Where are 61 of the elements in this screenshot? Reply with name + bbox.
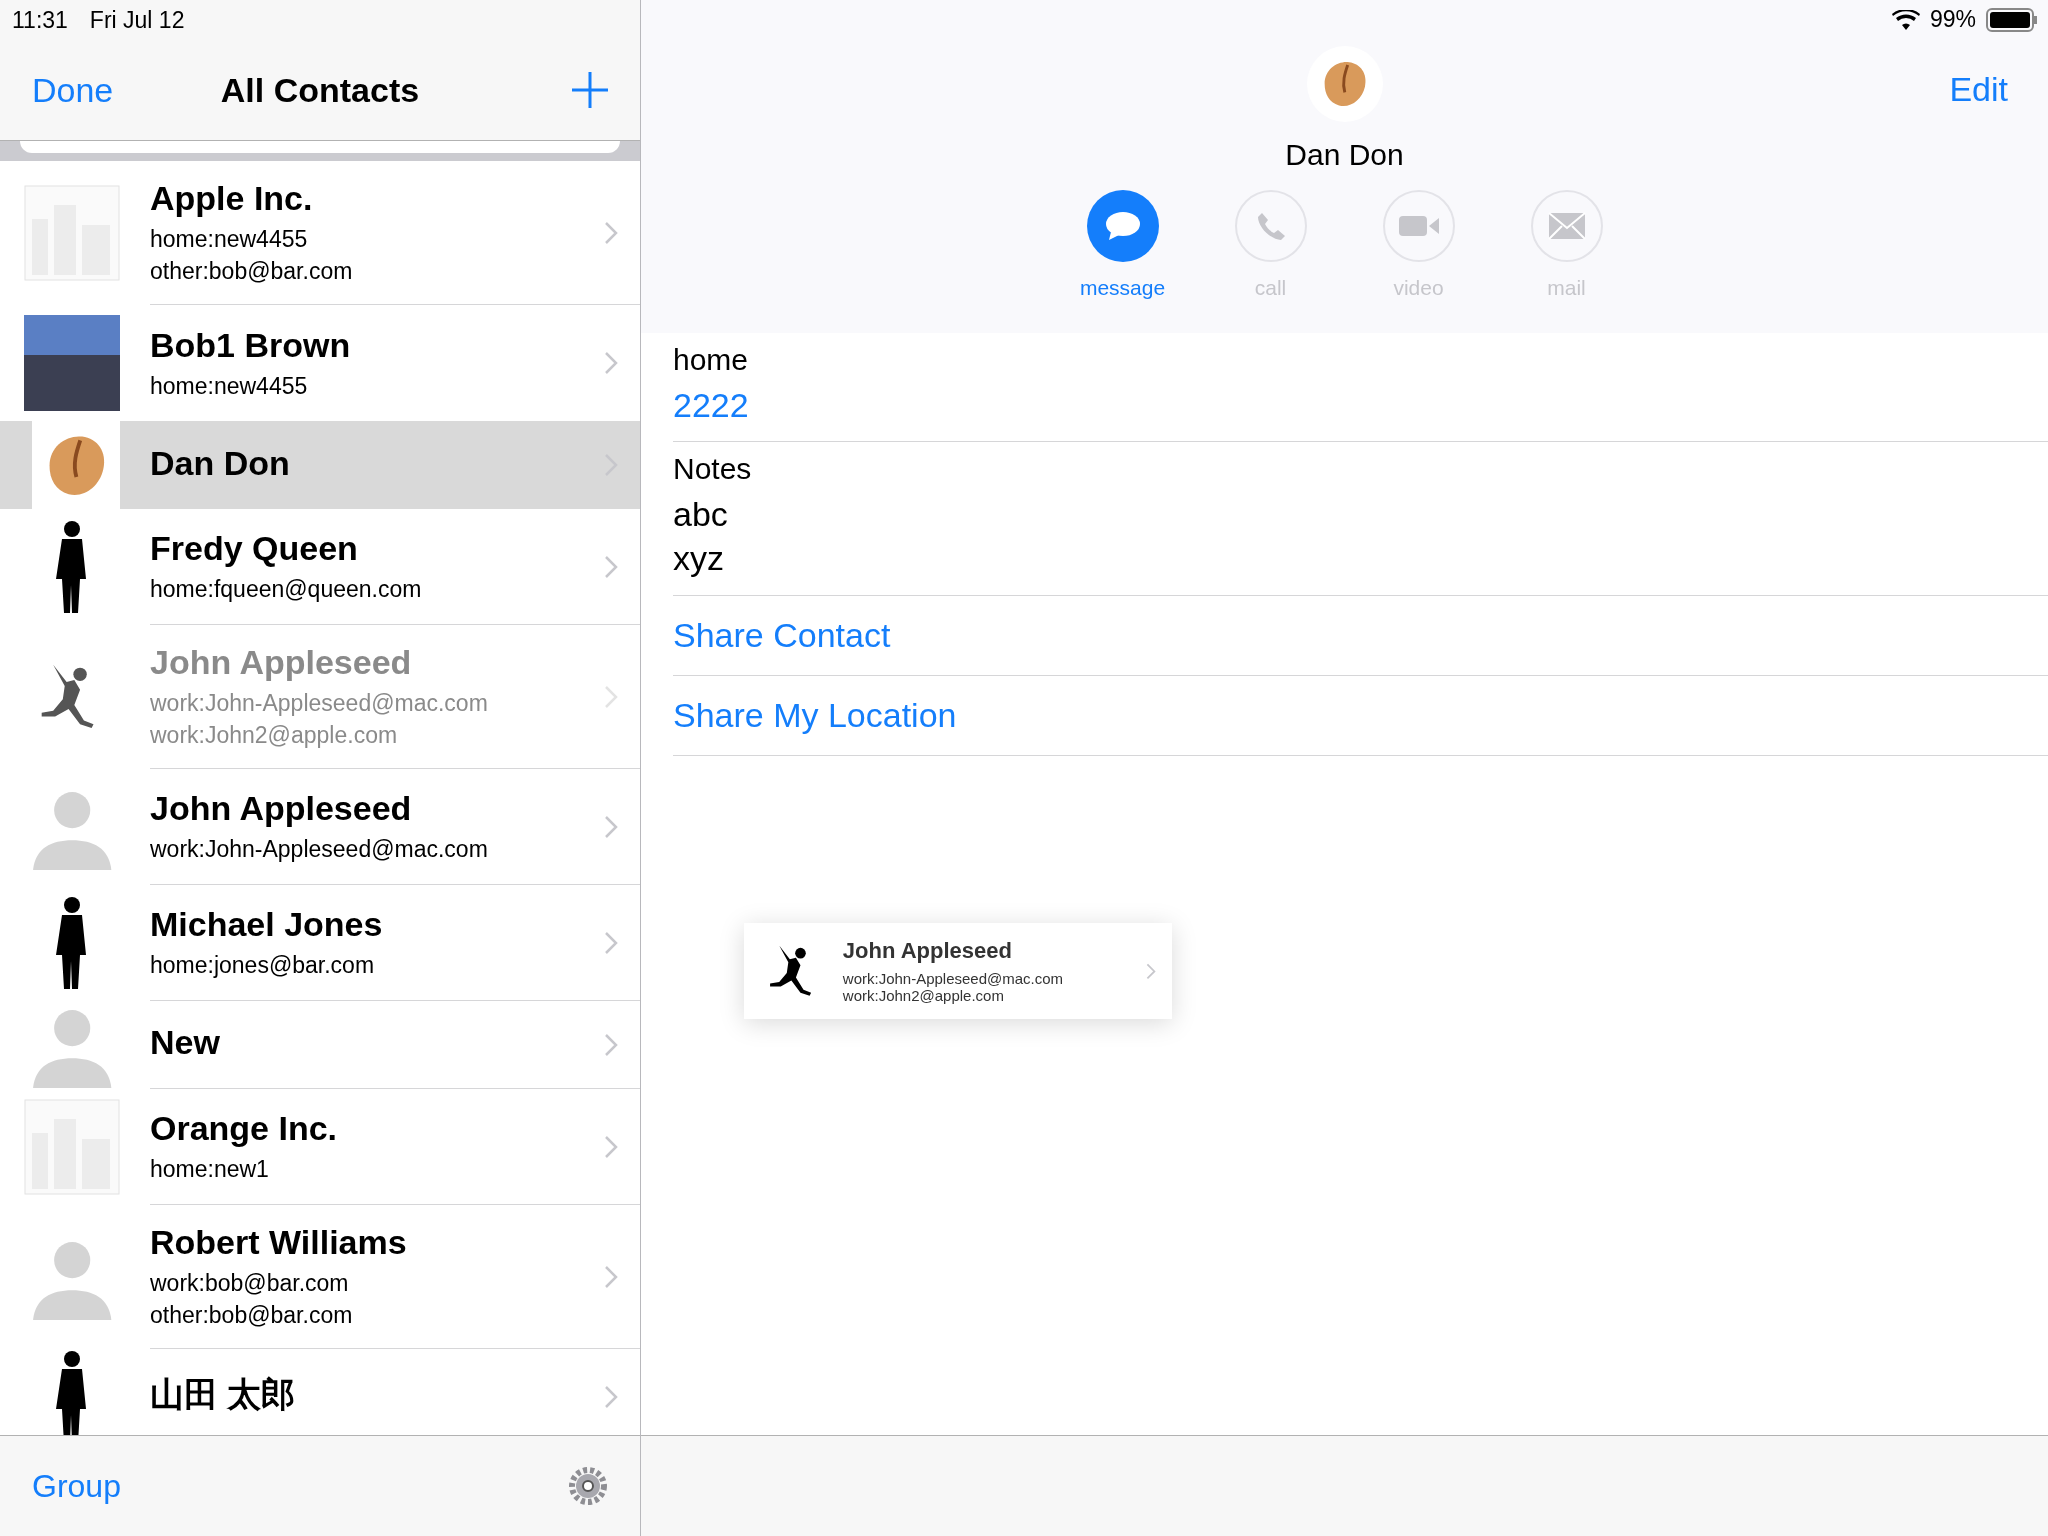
contact-name: Michael Jones xyxy=(150,905,384,945)
status-time: 11:31 xyxy=(12,6,68,34)
contact-name: Bob1 Brown xyxy=(150,325,352,365)
chevron-icon xyxy=(604,1032,618,1057)
chevron-icon xyxy=(604,554,618,579)
message-button[interactable]: message xyxy=(1072,190,1173,300)
phone-icon xyxy=(1255,211,1286,241)
contact-detail: work:bob@bar.com xyxy=(150,1270,350,1298)
contact-detail: home:fqueen@queen.com xyxy=(150,576,423,604)
nav-title: All Contacts xyxy=(220,70,420,110)
notes-text: abc xyz xyxy=(673,494,729,580)
battery-icon xyxy=(1986,7,2038,32)
edit-button[interactable]: Edit xyxy=(1949,70,2008,109)
chevron-icon xyxy=(604,220,618,245)
settings-icon[interactable] xyxy=(568,1466,608,1506)
phone-link[interactable]: 2222 xyxy=(673,383,2048,428)
contact-detail: home:new1 xyxy=(150,1156,270,1184)
done-button[interactable]: Done xyxy=(32,70,114,110)
wifi-icon xyxy=(1891,9,1920,30)
contact-name: John Appleseed xyxy=(150,643,413,683)
chevron-icon xyxy=(604,814,618,839)
contact-detail: work:John-Appleseed@mac.com xyxy=(150,690,489,718)
contact-name: Dan Don xyxy=(1285,138,1404,172)
chevron-icon xyxy=(604,930,618,955)
contact-name: New xyxy=(150,1023,221,1062)
chevron-icon xyxy=(604,351,618,375)
contact-name: Fredy Queen xyxy=(150,529,359,569)
card-name: John Appleseed xyxy=(842,938,1013,964)
contact-name: 山田 太郎 xyxy=(150,1374,297,1415)
contact-detail: home:new4455 xyxy=(150,226,309,254)
contact-detail: other:bob@bar.com xyxy=(150,1302,354,1330)
add-icon[interactable] xyxy=(572,72,608,108)
field-label: Notes xyxy=(673,452,753,487)
contact-name: Robert Williams xyxy=(150,1223,408,1263)
contact-detail: work:John-Appleseed@mac.com xyxy=(150,836,489,864)
card-detail: work:John2@apple.com xyxy=(842,987,1005,1004)
group-button[interactable]: Group xyxy=(32,1467,121,1505)
envelope-icon xyxy=(1547,212,1586,240)
chevron-icon xyxy=(604,1264,618,1289)
contact-name: Apple Inc. xyxy=(150,179,314,219)
battery-percent: 99% xyxy=(1929,6,1976,33)
card-detail: work:John-Appleseed@mac.com xyxy=(842,970,1065,987)
contact-detail: home:new4455 xyxy=(150,372,309,401)
contact-detail: other:bob@bar.com xyxy=(150,258,354,286)
contact-name: John Appleseed xyxy=(150,789,413,829)
chevron-icon xyxy=(604,1385,618,1409)
chevron-icon xyxy=(604,684,618,709)
status-date: Fri Jul 12 xyxy=(89,6,185,34)
contact-detail: home:jones@bar.com xyxy=(150,952,376,980)
contact-row[interactable]: Dan Don xyxy=(0,421,640,509)
drag-preview-card[interactable]: John Appleseed work:John-Appleseed@mac.com work:John2@apple.com xyxy=(744,923,1172,1019)
field-label: home xyxy=(673,343,750,377)
video-camera-icon xyxy=(1398,214,1439,238)
contact-detail: work:John2@apple.com xyxy=(150,722,399,750)
action-link[interactable]: Share My Location xyxy=(673,695,957,735)
action-link[interactable]: Share Contact xyxy=(673,615,891,655)
chevron-icon xyxy=(604,1134,618,1159)
contact-name: Orange Inc. xyxy=(150,1109,339,1149)
chevron-icon xyxy=(1146,962,1156,980)
contact-name: Dan Don xyxy=(150,443,291,483)
speech-bubble-icon xyxy=(1104,210,1141,242)
